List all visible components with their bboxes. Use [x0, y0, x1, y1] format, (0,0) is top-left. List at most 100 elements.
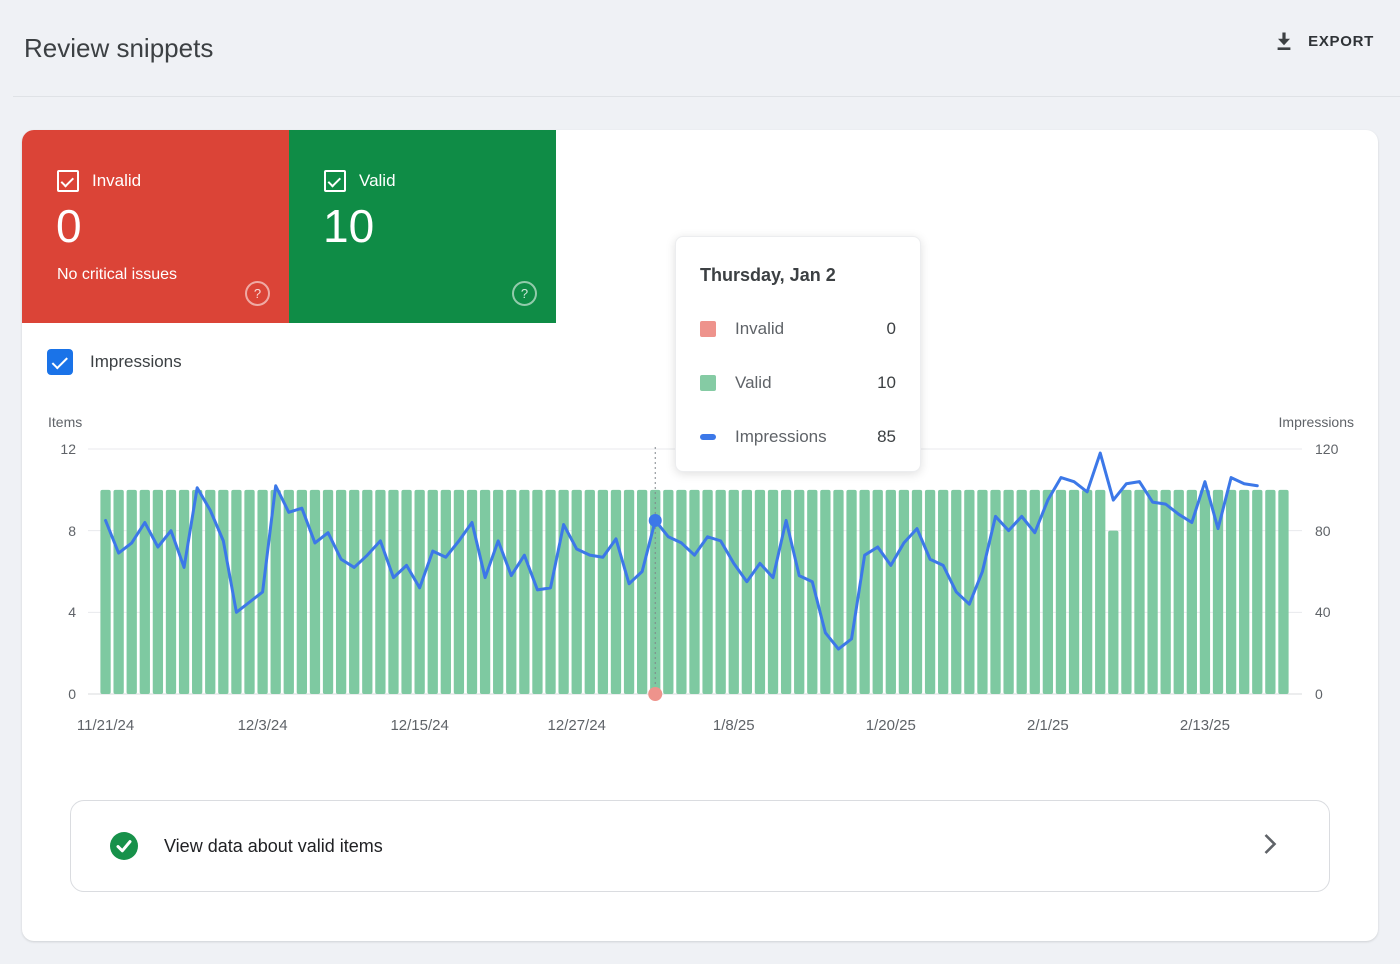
valid-bar[interactable] — [441, 490, 451, 694]
valid-bar[interactable] — [519, 490, 529, 694]
valid-bar[interactable] — [1147, 490, 1157, 694]
valid-bar[interactable] — [1056, 490, 1066, 694]
valid-bar[interactable] — [127, 490, 137, 694]
valid-bar[interactable] — [1121, 490, 1131, 694]
valid-bar[interactable] — [153, 490, 163, 694]
valid-bar[interactable] — [467, 490, 477, 694]
valid-checkbox[interactable] — [324, 170, 346, 192]
valid-bar[interactable] — [689, 490, 699, 694]
valid-bar[interactable] — [1082, 490, 1092, 694]
valid-bar[interactable] — [1239, 490, 1249, 694]
valid-bar[interactable] — [349, 490, 359, 694]
tooltip-row-valid: Valid 10 — [700, 369, 896, 397]
export-button[interactable]: EXPORT — [1273, 30, 1374, 52]
valid-bar[interactable] — [1069, 490, 1079, 694]
valid-bar[interactable] — [873, 490, 883, 694]
valid-bar[interactable] — [716, 490, 726, 694]
valid-bar[interactable] — [1095, 490, 1105, 694]
valid-bar[interactable] — [637, 490, 647, 694]
valid-bar[interactable] — [899, 490, 909, 694]
valid-bar[interactable] — [192, 490, 202, 694]
valid-bar[interactable] — [1278, 490, 1288, 694]
tooltip-row-invalid: Invalid 0 — [700, 315, 896, 343]
invalid-label: Invalid — [92, 171, 141, 191]
impressions-toggle[interactable]: Impressions — [47, 349, 182, 375]
valid-bar[interactable] — [925, 490, 935, 694]
y-tick-right: 120 — [1315, 439, 1365, 459]
valid-label: Valid — [359, 171, 396, 191]
valid-bar[interactable] — [506, 490, 516, 694]
valid-bar[interactable] — [768, 490, 778, 694]
tooltip-value: 85 — [877, 427, 896, 447]
valid-bar[interactable] — [454, 490, 464, 694]
valid-bar[interactable] — [415, 490, 425, 694]
x-tick: 2/13/25 — [1180, 717, 1230, 734]
valid-bar[interactable] — [323, 490, 333, 694]
valid-bar[interactable] — [428, 490, 438, 694]
valid-bar[interactable] — [532, 490, 542, 694]
impressions-checkbox[interactable] — [47, 349, 73, 375]
valid-bar[interactable] — [572, 490, 582, 694]
export-label: EXPORT — [1308, 33, 1374, 50]
valid-bar[interactable] — [1226, 490, 1236, 694]
valid-summary-card[interactable]: Valid 10 ? — [289, 130, 556, 323]
valid-bar[interactable] — [702, 490, 712, 694]
valid-bar[interactable] — [1200, 490, 1210, 694]
y-tick-left: 12 — [36, 439, 76, 459]
valid-bar[interactable] — [284, 490, 294, 694]
chart-svg[interactable] — [88, 445, 1304, 710]
check-icon — [51, 353, 67, 369]
valid-bar[interactable] — [558, 490, 568, 694]
valid-bar[interactable] — [140, 490, 150, 694]
valid-bar[interactable] — [1043, 490, 1053, 694]
valid-bar[interactable] — [755, 490, 765, 694]
valid-bar[interactable] — [912, 490, 922, 694]
valid-bar[interactable] — [1265, 490, 1275, 694]
valid-bar[interactable] — [846, 490, 856, 694]
valid-bar[interactable] — [545, 490, 555, 694]
valid-bar[interactable] — [859, 490, 869, 694]
valid-bar[interactable] — [1134, 490, 1144, 694]
valid-bar[interactable] — [1161, 490, 1171, 694]
valid-bar[interactable] — [938, 490, 948, 694]
help-icon[interactable]: ? — [512, 281, 537, 306]
valid-bar[interactable] — [362, 490, 372, 694]
valid-bar[interactable] — [676, 490, 686, 694]
valid-bar[interactable] — [820, 490, 830, 694]
invalid-summary-card[interactable]: Invalid 0 No critical issues ? — [22, 130, 289, 323]
valid-bar[interactable] — [886, 490, 896, 694]
valid-bar[interactable] — [401, 490, 411, 694]
valid-bar[interactable] — [388, 490, 398, 694]
valid-bar[interactable] — [624, 490, 634, 694]
valid-bar[interactable] — [663, 490, 673, 694]
valid-bar[interactable] — [310, 490, 320, 694]
view-data-row[interactable]: View data about valid items — [70, 800, 1330, 892]
valid-bar[interactable] — [1174, 490, 1184, 694]
y-tick-left: 8 — [36, 521, 76, 541]
x-tick: 11/21/24 — [77, 717, 134, 734]
valid-bar[interactable] — [244, 490, 254, 694]
valid-bar[interactable] — [585, 490, 595, 694]
valid-bar[interactable] — [977, 490, 987, 694]
valid-bar[interactable] — [336, 490, 346, 694]
invalid-checkbox[interactable] — [57, 170, 79, 192]
valid-bar[interactable] — [833, 490, 843, 694]
valid-bar[interactable] — [1108, 531, 1118, 694]
valid-bar[interactable] — [742, 490, 752, 694]
invalid-swatch — [700, 321, 716, 337]
valid-bar[interactable] — [794, 490, 804, 694]
valid-bar[interactable] — [1003, 490, 1013, 694]
valid-bar[interactable] — [611, 490, 621, 694]
valid-bar[interactable] — [598, 490, 608, 694]
valid-bar[interactable] — [480, 490, 490, 694]
valid-bar[interactable] — [179, 490, 189, 694]
valid-bar[interactable] — [166, 490, 176, 694]
help-icon[interactable]: ? — [245, 281, 270, 306]
valid-bar[interactable] — [729, 490, 739, 694]
valid-bar[interactable] — [113, 490, 123, 694]
valid-bar[interactable] — [493, 490, 503, 694]
valid-bar[interactable] — [375, 490, 385, 694]
valid-bar[interactable] — [218, 490, 228, 694]
y-tick-right: 40 — [1315, 602, 1365, 622]
valid-bar[interactable] — [1252, 490, 1262, 694]
